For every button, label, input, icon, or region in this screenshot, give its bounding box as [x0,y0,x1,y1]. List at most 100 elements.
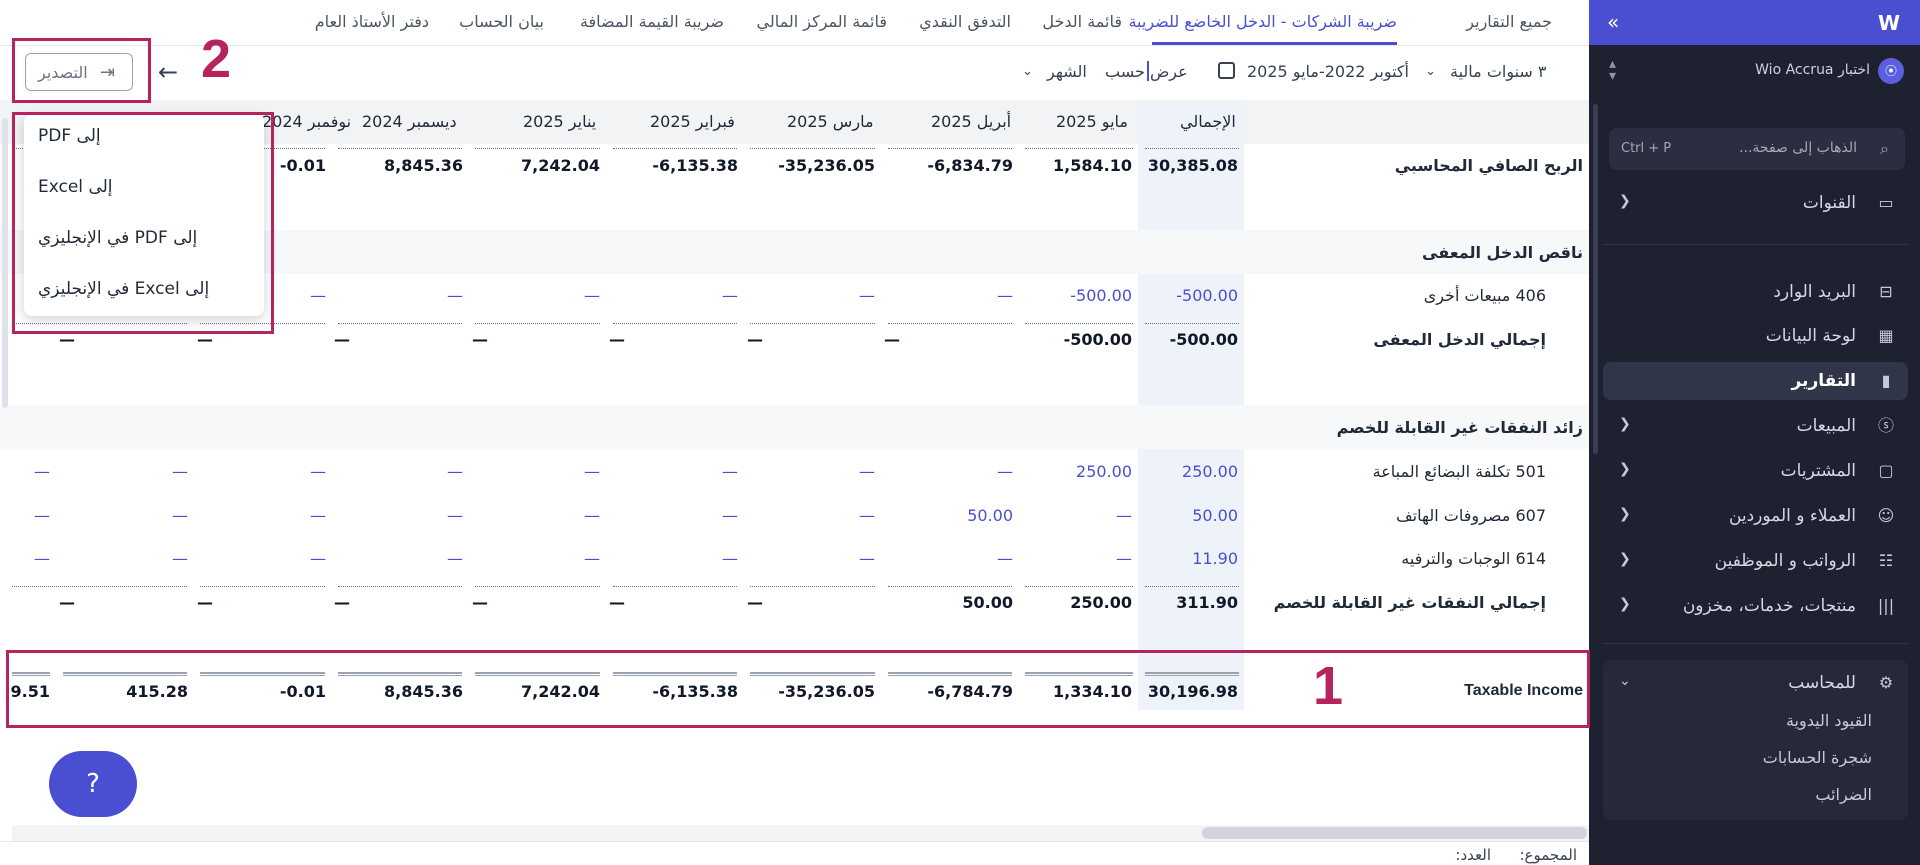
horizontal-scrollbar-thumb[interactable] [1202,827,1587,839]
fiscal-years-select[interactable]: ٣ سنوات مالية [1450,62,1547,81]
sidebar-item-channels[interactable]: ▭ القنوات ❮ [1603,184,1908,222]
dotted-rule [475,586,600,587]
sidebar-item-reports[interactable]: ▮ التقارير [1603,362,1908,400]
tab-cash-flow[interactable]: التدفق النقدي [919,12,1011,31]
main-content: جميع التقارير ضريبة الشركات - الدخل الخا… [0,0,1590,865]
cell-value: — [172,506,188,525]
cell-value: — [197,593,213,612]
calendar-icon[interactable] [1218,62,1235,79]
help-button[interactable]: ? [49,751,137,817]
cell-value[interactable]: 250.00 [1002,462,1132,481]
tab-all-reports[interactable]: جميع التقارير [1466,12,1552,31]
sidebar-item-dashboard[interactable]: ▦ لوحة البيانات [1603,317,1908,355]
cell-value[interactable]: -6,135.38 [608,156,738,175]
tab-corporate-tax[interactable]: ضريبة الشركات - الدخل الخاضع للضريبة [1128,12,1397,31]
section-title-nondeductible: زائد النفقات غير القابلة للخصم [1336,418,1583,437]
cell-value[interactable]: -500.00 [1108,286,1238,305]
chevron-down-icon: ⌄ [1619,673,1631,689]
status-footer: المجموع: العدد: [0,841,1589,865]
dotted-rule [1025,586,1133,587]
dotted-rule [475,148,600,149]
chevron-left-icon: ❮ [1619,506,1631,522]
cell-value[interactable]: 50.00 [883,506,1013,525]
cell-value: — [34,462,50,481]
dotted-rule [1025,323,1133,324]
cell-value: — [859,462,875,481]
sidebar-item-inbox[interactable]: ⊟ البريد الوارد [1603,273,1908,311]
header-mar-2025: مارس 2025 [787,112,874,131]
dotted-rule [475,323,600,324]
dotted-rule [888,148,1012,149]
cell-value: — [1116,506,1132,525]
cell-value: — [584,462,600,481]
cell-value[interactable]: -6,834.79 [883,156,1013,175]
annotation-box-taxable-income [6,650,1590,728]
cell-value: — [609,593,625,612]
dotted-rule [750,148,875,149]
sidebar-subitem-taxes[interactable]: الضرائب [1815,785,1872,804]
dotted-rule [613,586,737,587]
cell-value[interactable]: 8,845.36 [333,156,463,175]
chat-icon: ▭ [1878,193,1894,212]
period-select[interactable]: الشهر [1047,62,1087,81]
cell-value: — [609,330,625,349]
users-icon: ☺ [1877,506,1895,525]
cell-value[interactable]: 7,242.04 [470,156,600,175]
cell-value: — [447,549,463,568]
annotation-number-1: 1 [1313,656,1344,716]
dotted-rule [1145,586,1239,587]
date-range-select[interactable]: أكتوبر 2022-مايو 2025 [1247,62,1409,81]
cell-value: — [310,462,326,481]
chevron-left-icon: ❮ [1619,551,1631,567]
back-arrow-icon[interactable]: ← [158,58,178,86]
tab-account-statement[interactable]: بيان الحساب [459,12,544,31]
footer-count: العدد: [1455,846,1491,864]
switch-company-icon[interactable]: ▴ ▾ [1609,57,1616,83]
sidebar-item-label: البريد الوارد [1773,282,1856,302]
dotted-rule [1025,148,1133,149]
currency-icon: ⓢ [1877,416,1894,435]
sidebar-subitem-manual-journals[interactable]: القيود اليدوية [1786,711,1872,730]
tab-general-ledger[interactable]: دفتر الأستاذ العام [315,12,429,31]
company-switcher[interactable]: ⦿ اختبار Wio Accrua ▴ ▾ [1589,52,1920,92]
tab-vat[interactable]: ضريبة القيمة المضافة [580,12,724,31]
cell-value: — [884,330,900,349]
tab-income-statement[interactable]: قائمة الدخل [1042,12,1122,31]
sidebar-item-payroll[interactable]: ☷ الرواتب و الموظفين ❮ [1603,542,1908,580]
sidebar-item-label: لوحة البيانات [1765,326,1856,346]
chevron-left-icon: ❮ [1619,461,1631,477]
dotted-rule [613,323,737,324]
cell-value[interactable]: -35,236.05 [745,156,875,175]
sidebar-divider [1603,244,1908,245]
sidebar-scrollbar[interactable] [1593,104,1598,454]
table-vertical-scrollbar[interactable] [2,118,8,408]
sidebar-item-purchases[interactable]: ▢ المشتريات ❮ [1603,452,1908,490]
cell-value[interactable]: 1,584.10 [1002,156,1132,175]
sidebar-item-products[interactable]: ||| منتجات، خدمات، مخزون ❮ [1603,587,1908,625]
bag-icon: ▢ [1878,461,1894,480]
header-dec-2024: ديسمبر 2024 [362,112,457,131]
sidebar-item-sales[interactable]: ⓢ المبيعات ❮ [1603,407,1908,445]
annotation-box-export [12,38,151,103]
row-label-607: 607 مصروفات الهاتف [1396,506,1546,525]
dotted-rule [338,323,462,324]
cell-value: — [34,506,50,525]
tab-balance-sheet[interactable]: قائمة المركز المالي [757,12,887,31]
header-jan-2025: يناير 2025 [523,112,597,131]
cell-value: -500.00 [1063,330,1132,349]
header-total: الإجمالي [1180,112,1236,131]
sidebar-subitem-chart-of-accounts[interactable]: شجرة الحسابات [1763,748,1872,767]
annotation-number-2: 2 [201,29,232,89]
cell-value: — [859,506,875,525]
cell-value: — [584,549,600,568]
dotted-rule [750,586,875,587]
sidebar-item-contacts[interactable]: ☺ العملاء و الموردين ❮ [1603,497,1908,535]
sidebar-item-accountant[interactable]: ⚙ للمحاسب ⌄ [1603,664,1908,702]
cell-value: 50.00 [962,593,1013,612]
page-search[interactable]: ⌕ الذهاب إلى صفحة... Ctrl + P [1609,128,1905,170]
header-apr-2025: أبريل 2025 [931,112,1012,131]
collapse-sidebar-icon[interactable]: « [1607,10,1619,34]
cell-value: — [310,506,326,525]
cell-value: — [472,593,488,612]
sidebar-header: W « [1589,0,1920,45]
